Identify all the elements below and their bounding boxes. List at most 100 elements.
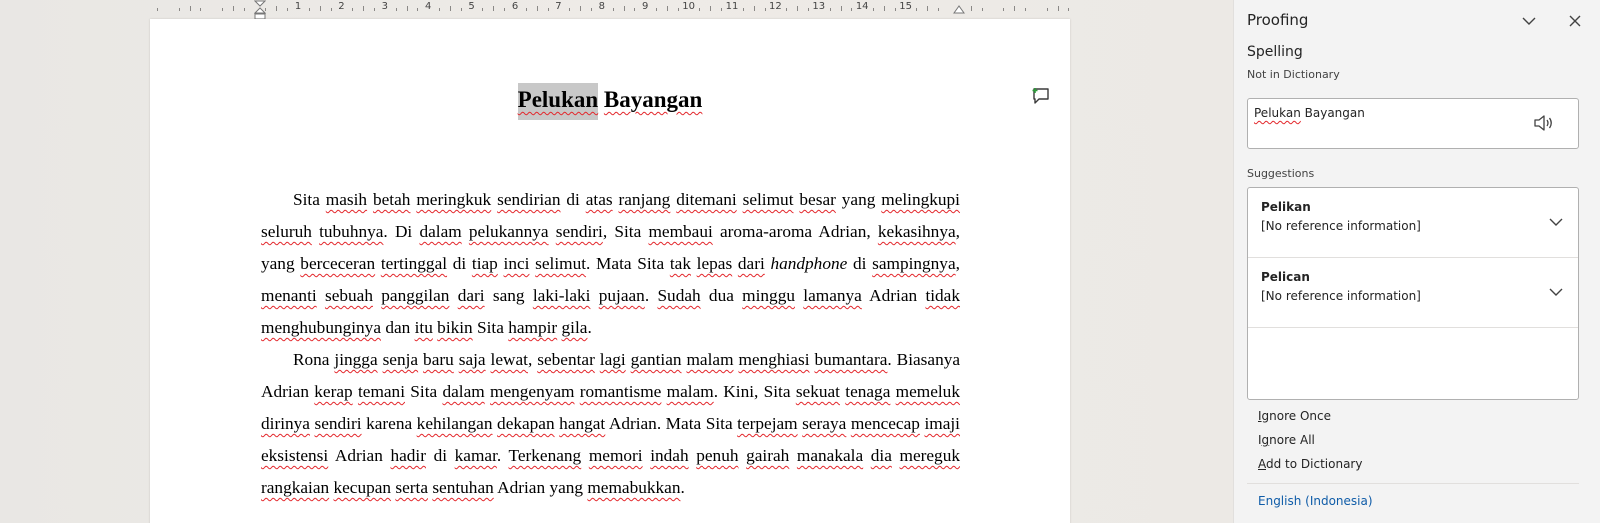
document-canvas: 1 2 3 4 5 6 7 8 9 10 11 12 13 14 15 Pelukan Bayangan S…: [0, 0, 1233, 523]
misspelled-word: seraya: [802, 414, 847, 433]
ruler-tick: [504, 8, 506, 11]
text-run: dan: [381, 318, 415, 337]
misspelled-word: terpejam: [737, 414, 798, 433]
ruler-tick: [710, 6, 712, 11]
misspelled-word: lagi: [599, 350, 626, 369]
text-run: . Kini, Sita: [713, 382, 796, 401]
misspelled-word: besar: [799, 190, 836, 209]
add-comment-icon[interactable]: [1031, 86, 1051, 106]
close-icon[interactable]: [1566, 12, 1584, 30]
ruler-tick: [797, 6, 799, 11]
text-run: ,: [955, 254, 960, 273]
text-run: [738, 446, 746, 465]
misspelled-word: tak: [669, 254, 691, 273]
context-box: Pelukan Bayangan: [1247, 98, 1579, 149]
ignore-all-button[interactable]: Ignore All: [1258, 433, 1315, 447]
add-to-dictionary-button[interactable]: Add to Dictionary: [1258, 457, 1362, 471]
misspelled-word: bikin: [437, 318, 473, 337]
suggestion-item[interactable]: Pelican [No reference information]: [1248, 258, 1578, 328]
horizontal-ruler[interactable]: 1 2 3 4 5 6 7 8 9 10 11 12 13 14 15: [150, 0, 1070, 18]
ruler-tick: [970, 6, 972, 11]
misspelled-word: itu: [414, 318, 433, 337]
selected-misspelled-word[interactable]: Pelukan: [517, 83, 599, 120]
text-run: karena: [361, 414, 417, 433]
misspelled-word: menanti: [261, 286, 317, 305]
misspelled-word: hangat: [559, 414, 606, 433]
document-page[interactable]: Pelukan Bayangan Sita masih betah mering…: [150, 19, 1070, 523]
ruler-number: 4: [425, 1, 432, 12]
misspelled-word: manakala: [796, 446, 864, 465]
misspelled-word: memori: [588, 446, 643, 465]
misspelled-word: sebentar: [537, 350, 595, 369]
text-run: Adrian: [861, 286, 926, 305]
misspelled-word: pujaan: [598, 286, 645, 305]
ruler-tick: [232, 6, 234, 11]
ruler-number: 2: [338, 1, 345, 12]
misspelled-word: jingga: [334, 350, 378, 369]
misspelled-word: dalam: [419, 222, 462, 241]
paragraph[interactable]: Rona jingga senja baru saja lewat, seben…: [261, 344, 960, 504]
indent-marker-icon[interactable]: [254, 0, 266, 20]
misspelled-word: membaui: [648, 222, 713, 241]
misspelled-word: sebuah: [324, 286, 373, 305]
misspelled-word: imaji: [924, 414, 960, 433]
document-body[interactable]: Sita masih betah meringkuk sendirian di …: [261, 184, 960, 504]
text-run: [590, 286, 598, 305]
misspelled-word: kecupan: [333, 478, 392, 497]
text-run: [312, 222, 319, 241]
chevron-down-icon[interactable]: [1548, 284, 1564, 300]
chevron-down-icon[interactable]: [1548, 214, 1564, 230]
misspelled-word: romantisme: [579, 382, 662, 401]
text-run: . Mata Sita: [586, 254, 670, 273]
misspelled-word: panggilan: [381, 286, 450, 305]
misspelled-word: hadir: [390, 446, 426, 465]
ruler-tick: [287, 8, 289, 11]
ignore-once-rest: gnore Once: [1261, 409, 1332, 423]
speaker-icon[interactable]: [1532, 111, 1556, 135]
ruler-tick: [569, 8, 571, 11]
right-indent-marker-icon[interactable]: [953, 4, 965, 14]
text-run: [581, 446, 589, 465]
misspelled-word: masih: [325, 190, 368, 209]
misspelled-word: minggu: [742, 286, 795, 305]
text-run: [549, 222, 556, 241]
ruler-tick: [363, 6, 365, 11]
ruler-tick: [927, 6, 929, 11]
misspelled-word: gila: [561, 318, 588, 337]
ruler-tick: [493, 6, 495, 11]
misspelled-word: serta: [395, 478, 428, 497]
ignore-once-button[interactable]: Ignore Once: [1258, 409, 1331, 423]
misspelled-word: dia: [870, 446, 892, 465]
ruler-tick: [200, 8, 202, 11]
suggestion-item[interactable]: Pelikan [No reference information]: [1248, 188, 1578, 258]
misspelled-word: dari: [737, 254, 765, 273]
suggestions-label: Suggestions: [1247, 167, 1315, 180]
misspelled-word: memeluk: [895, 382, 960, 401]
text-run: Rona: [293, 350, 335, 369]
misspelled-word: gairah: [746, 446, 790, 465]
misspelled-word: ditemani: [676, 190, 737, 209]
ruler-tick: [677, 8, 679, 11]
misspelled-word: lewat: [490, 350, 528, 369]
ruler-tick: [449, 6, 451, 11]
text-run: Adrian yang: [493, 478, 588, 497]
ruler-tick: [742, 8, 744, 11]
ruler-tick: [439, 8, 441, 11]
misspelled-word: tubuhnya: [319, 222, 384, 241]
misspelled-word: malam: [666, 382, 714, 401]
ruler-tick: [156, 8, 158, 11]
misspelled-word: sampingnya: [872, 254, 956, 273]
misspelled-word: sendiri: [314, 414, 362, 433]
context-text: Pelukan Bayangan: [1254, 106, 1365, 120]
title-word[interactable]: Bayangan: [604, 87, 702, 112]
ruler-tick: [547, 8, 549, 11]
ruler-tick: [883, 6, 885, 11]
language-link[interactable]: English (Indonesia): [1258, 494, 1373, 508]
ignore-all-rest: nore All: [1269, 433, 1315, 447]
text-run: ,: [527, 350, 538, 369]
chevron-down-icon[interactable]: [1520, 12, 1538, 30]
document-title[interactable]: Pelukan Bayangan: [150, 83, 1070, 120]
misspelled-word: lepas: [696, 254, 733, 273]
text-run: yang: [835, 190, 882, 209]
paragraph[interactable]: Sita masih betah meringkuk sendirian di …: [261, 184, 960, 344]
